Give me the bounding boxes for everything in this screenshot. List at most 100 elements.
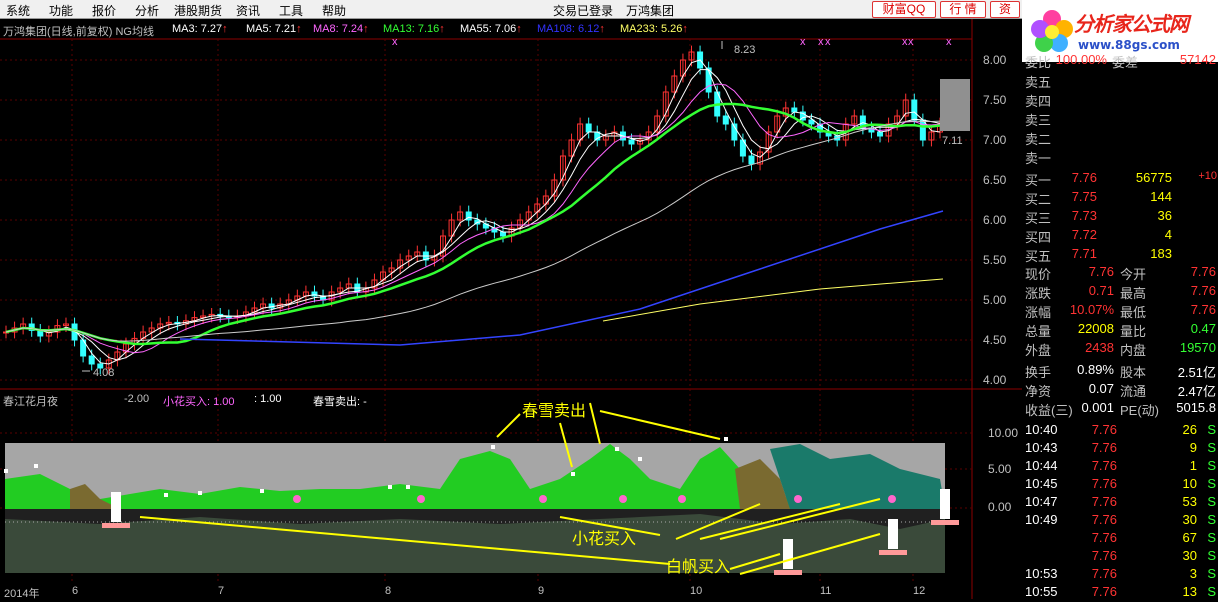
ask-row: 卖二 <box>1022 129 1218 147</box>
menu-analysis[interactable]: 分析 <box>135 2 159 19</box>
kline-chart[interactable]: 8.234.087.11x x x x x x x <box>0 19 1022 599</box>
commission-ratio-label: 委比 <box>1025 55 1052 70</box>
bid-label: 买二 <box>1025 192 1052 207</box>
price-tick-label: 4.50 <box>983 333 1007 347</box>
date-label: 9 <box>538 585 545 597</box>
bid-row: 买四 7.72 4 <box>1022 227 1218 245</box>
up-arrow-icon: ↑ <box>296 23 302 35</box>
ma-label-4: MA55: 7.06↑ <box>460 23 522 35</box>
stat2-value: 0.07 <box>1088 381 1114 396</box>
bid-volume: 4 <box>1164 227 1172 242</box>
price-tick-label: 4.00 <box>983 373 1007 387</box>
logo-url: www.88gs.com <box>1078 38 1180 52</box>
menu-hk-futures[interactable]: 港股期货 <box>174 2 222 19</box>
low-label: 4.08 <box>93 367 114 379</box>
menu-tools[interactable]: 工具 <box>279 2 303 19</box>
tick-side: S <box>1207 584 1216 599</box>
info-button[interactable]: 资 <box>990 1 1020 18</box>
tick-price: 7.76 <box>1091 548 1117 563</box>
tick-volume: 10 <box>1182 476 1197 491</box>
stat-label: 内盘 <box>1120 343 1147 358</box>
stat-value: 0.47 <box>1190 321 1216 336</box>
stat2-row: 净资 0.07 流通 2.47亿 <box>1022 381 1218 399</box>
tick-row: 10:53 7.76 3 S <box>1022 566 1218 584</box>
stat-value: 2438 <box>1085 340 1114 355</box>
tick-row: 10:47 7.76 53 S <box>1022 494 1218 512</box>
chart-area[interactable]: 8.23 4.08 7.11 x x x x x x x <box>0 19 1022 599</box>
menu-help[interactable]: 帮助 <box>322 2 346 19</box>
stat-value: 10.07% <box>1069 302 1114 317</box>
price-tick-label: 5.50 <box>983 253 1007 267</box>
ask-label: 卖四 <box>1025 94 1052 109</box>
tick-time: 10:47 <box>1025 494 1058 509</box>
flower-marker <box>888 495 896 503</box>
sell-dot <box>724 437 728 441</box>
date-label: 10 <box>690 585 703 597</box>
annotation-arrow <box>496 413 521 438</box>
bid-row: 买三 7.73 36 <box>1022 208 1218 226</box>
chart-title: 万鸿集团(日线,前复权) NG均线 <box>3 26 154 38</box>
stat2-value: 2.51亿 <box>1177 365 1216 380</box>
annotation-arrow <box>589 402 601 445</box>
ma-label-3: MA13: 7.16↑ <box>383 23 445 35</box>
bid-row: 买五 7.71 183 <box>1022 246 1218 264</box>
quote-panel: 委比 100.00% 委差 57142 卖五 卖四 卖三 卖二 卖一 买一 7.76 567… <box>1022 52 1218 599</box>
tick-price: 7.76 <box>1091 422 1117 437</box>
flower-marker <box>293 495 301 503</box>
tick-row: 7.76 67 S <box>1022 530 1218 548</box>
tick-price: 7.76 <box>1091 440 1117 455</box>
indicator-value-2: : 1.00 <box>254 393 282 405</box>
flower-logo-icon <box>1031 10 1073 52</box>
up-arrow-icon: ↑ <box>516 23 522 35</box>
menu-news[interactable]: 资讯 <box>236 2 260 19</box>
stat-value: 22008 <box>1077 321 1114 336</box>
caifu-qq-button[interactable]: 财富QQ <box>872 1 936 18</box>
sell-dot <box>164 493 168 497</box>
ma-value: MA5: 7.21 <box>246 23 297 35</box>
white-sail-bar <box>111 492 121 522</box>
flower-marker <box>794 495 802 503</box>
white-sail-base <box>879 550 907 555</box>
ma55-line <box>5 120 941 342</box>
stat-value: 7.76 <box>1190 283 1216 298</box>
sell-dot <box>571 472 575 476</box>
white-sail-base <box>931 520 959 525</box>
ma-value: MA13: 7.16 <box>383 23 440 35</box>
bid-label: 买四 <box>1025 230 1052 245</box>
stat-row: 外盘 2438 内盘 19570 <box>1022 340 1218 358</box>
bid-volume: 144 <box>1150 189 1172 204</box>
date-label: 6 <box>72 585 79 597</box>
bid-price: 7.72 <box>1071 227 1097 242</box>
sell-dot <box>615 447 619 451</box>
candle-body <box>748 155 755 165</box>
ask-label: 卖二 <box>1025 132 1052 147</box>
tick-volume: 30 <box>1182 512 1197 527</box>
tick-price: 7.76 <box>1091 476 1117 491</box>
date-label: 7 <box>218 585 225 597</box>
price-tick-label: 8.00 <box>983 53 1007 67</box>
sell-dot <box>638 457 642 461</box>
ma-label-2: MA8: 7.24↑ <box>313 23 369 35</box>
ma-value: MA55: 7.06 <box>460 23 517 35</box>
ma-label-6: MA233: 5.26↑ <box>620 23 688 35</box>
tick-price: 7.76 <box>1091 494 1117 509</box>
tick-row: 10:43 7.76 9 S <box>1022 440 1218 458</box>
ask-label: 卖一 <box>1025 151 1052 166</box>
candle-body <box>585 123 592 133</box>
bid-label: 买三 <box>1025 211 1052 226</box>
flower-marker <box>678 495 686 503</box>
stat2-value: 2.47亿 <box>1177 384 1216 399</box>
menu-function[interactable]: 功能 <box>49 2 73 19</box>
sell-dot <box>260 489 264 493</box>
menu-quote[interactable]: 报价 <box>92 2 116 19</box>
commission-ratio-row: 委比 100.00% 委差 57142 <box>1022 52 1218 70</box>
quote-button[interactable]: 行 情 <box>940 1 986 18</box>
candle-body <box>628 139 635 145</box>
price-tick-label: 5.00 <box>983 293 1007 307</box>
sell-dot <box>388 485 392 489</box>
stat-label: 现价 <box>1025 267 1052 282</box>
stat2-row: 换手 0.89% 股本 2.51亿 <box>1022 362 1218 380</box>
tick-side: S <box>1207 422 1216 437</box>
menu-system[interactable]: 系统 <box>6 2 30 19</box>
bid-volume: 183 <box>1150 246 1172 261</box>
